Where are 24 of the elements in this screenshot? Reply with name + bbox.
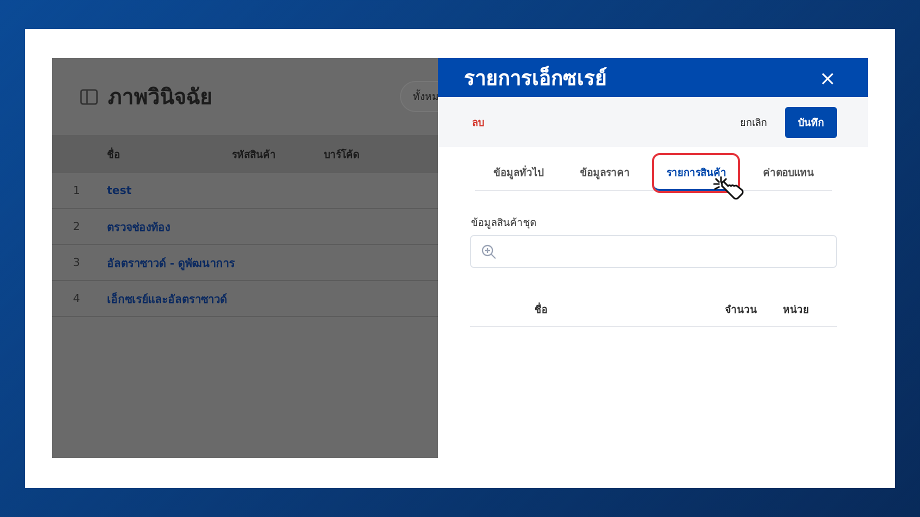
row-number: 3: [72, 256, 81, 269]
zoom-in-icon: [481, 244, 497, 260]
tab[interactable]: ค่าตอบแทน: [750, 155, 826, 191]
row-number: 4: [72, 292, 81, 305]
tab[interactable]: ข้อมูลราคา: [568, 155, 642, 191]
cancel-button[interactable]: ยกเลิก: [740, 114, 767, 130]
column-header: บาร์โค้ด: [324, 148, 360, 162]
close-button[interactable]: ×: [819, 66, 836, 90]
column-header: ชื่อ: [107, 146, 121, 162]
tab[interactable]: ข้อมูลทั่วไป: [481, 155, 556, 191]
save-button[interactable]: บันทึก: [785, 106, 837, 138]
column-header: หน่วย: [783, 304, 810, 316]
search-field[interactable]: [470, 235, 837, 268]
column-header: รหัสสินค้า: [232, 148, 277, 162]
row-number: 2: [72, 220, 81, 233]
page-title: ภาพวินิจฉัย: [108, 84, 212, 111]
field-label: ข้อมูลสินค้าชุด: [471, 216, 537, 230]
panel-title: รายการเอ็กซเรย์: [464, 64, 607, 92]
delete-button[interactable]: ลบ: [472, 114, 484, 130]
sidebar-toggle-icon[interactable]: [80, 88, 98, 104]
column-header: ชื่อ: [534, 302, 548, 316]
tab[interactable]: รายการสินค้า: [654, 155, 738, 191]
row-number: 1: [72, 184, 81, 197]
column-header: จำนวน: [725, 304, 758, 316]
